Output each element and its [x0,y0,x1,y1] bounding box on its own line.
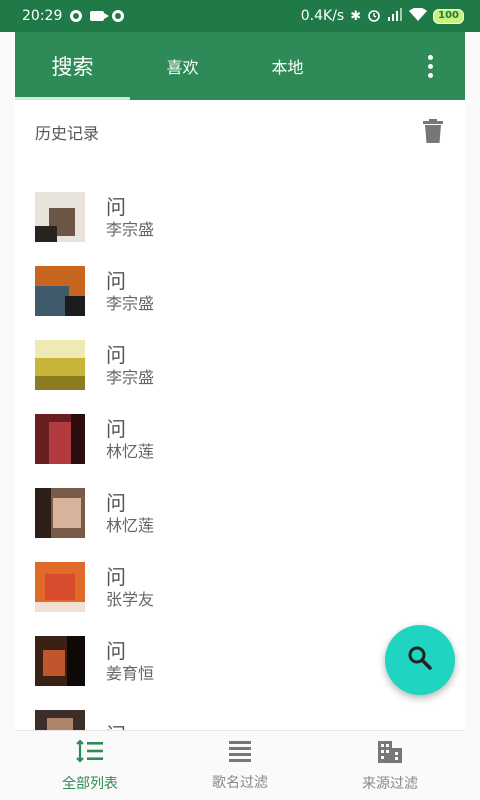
tab-label: 本地 [271,58,304,77]
list-item[interactable]: 问 李宗盛 [15,180,465,254]
song-title: 问 [106,639,126,663]
tab-like[interactable]: 喜欢 [130,32,235,100]
artist-name: 张学友 [106,590,155,609]
song-title: 问 [106,195,126,219]
alarm-icon [367,8,381,25]
more-options-icon[interactable] [395,32,465,100]
notification-dot-icon [112,10,125,22]
menu-list-icon [228,740,252,766]
nav-all-list[interactable]: 全部列表 [15,731,165,800]
bluetooth-icon: ✱ [350,8,362,24]
app-bar: 搜索 喜欢 本地 [15,32,465,100]
list-item[interactable]: 问 林忆莲 [15,476,465,550]
album-cover [35,488,85,538]
artist-name: 林忆莲 [106,516,155,535]
search-fab-button[interactable] [385,625,455,695]
nav-source-filter[interactable]: 来源过滤 [315,731,465,800]
video-camera-icon [90,11,110,21]
song-title: 问 [106,722,126,730]
list-item[interactable]: 问 [15,698,465,730]
song-title: 问 [106,491,126,515]
status-time: 20:29 [22,8,63,24]
history-header: 历史记录 [15,100,465,164]
nav-label: 来源过滤 [362,775,418,792]
network-speed: 0.4K/s [300,8,345,24]
sort-list-icon [76,738,104,767]
tab-local[interactable]: 本地 [235,32,340,100]
album-cover [35,710,85,730]
album-cover [35,340,85,390]
battery-icon: 100 [433,8,464,24]
song-title: 问 [106,343,126,367]
album-cover [35,414,85,464]
song-title: 问 [106,565,126,589]
search-icon [407,645,433,675]
album-cover [35,266,85,316]
song-title: 问 [106,269,126,293]
artist-name: 李宗盛 [106,368,155,387]
list-item[interactable]: 问 李宗盛 [15,254,465,328]
list-item[interactable]: 问 李宗盛 [15,328,465,402]
album-cover [35,192,85,242]
notification-dot-icon [70,10,83,22]
album-cover [35,636,85,686]
artist-name: 林忆莲 [106,442,155,461]
status-bar: 20:29 0.4K/s ✱ 100 [0,0,480,32]
signal-icon [387,7,403,25]
artist-name: 李宗盛 [106,294,155,313]
list-item[interactable]: 问 林忆莲 [15,402,465,476]
list-item[interactable]: 问 张学友 [15,550,465,624]
tab-label: 喜欢 [166,58,199,77]
nav-title-filter[interactable]: 歌名过滤 [165,731,315,800]
wifi-icon [409,6,428,25]
tab-search[interactable]: 搜索 [15,32,130,100]
bottom-nav: 全部列表 歌名过滤 来源过滤 [15,730,465,800]
frame-edge-right [465,0,480,800]
nav-label: 全部列表 [62,775,118,792]
tab-label: 搜索 [51,55,94,79]
song-title: 问 [106,417,126,441]
nav-label: 歌名过滤 [212,774,268,791]
artist-name: 姜育恒 [106,664,155,683]
album-cover [35,562,85,612]
building-icon [377,739,403,767]
delete-history-icon[interactable] [421,119,445,145]
history-title: 历史记录 [35,124,100,143]
frame-edge-left [0,0,15,800]
artist-name: 李宗盛 [106,220,155,239]
